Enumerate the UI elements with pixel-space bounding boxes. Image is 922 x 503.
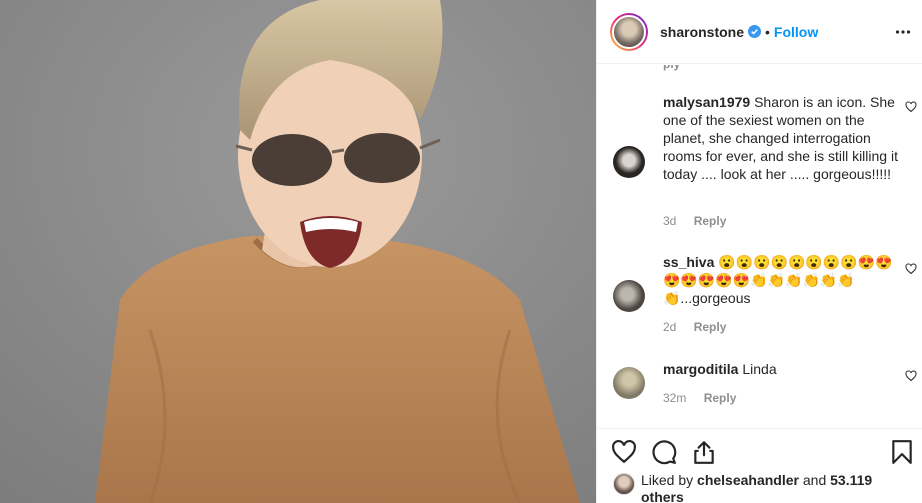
separator-dot: • [765,23,770,40]
comment-meta: 2d Reply [663,320,726,334]
portrait-image [0,0,596,503]
comment-text: margoditila Linda [663,360,899,378]
comment-username[interactable]: ss_hiva [663,254,714,270]
author-username[interactable]: sharonstone [660,24,744,40]
likes-prefix: Liked by [641,472,694,488]
likes-summary: Liked by chelseahandler and 53.119 other… [597,470,922,503]
commenter-avatar[interactable] [613,280,645,312]
reply-button[interactable]: Reply [694,214,727,228]
comment-like-heart-icon[interactable] [905,370,917,382]
more-options-icon[interactable] [895,24,911,40]
reply-button[interactable]: Reply [694,320,727,334]
comment-age: 3d [663,214,677,228]
commenter-avatar[interactable] [613,146,645,178]
follow-button[interactable]: Follow [774,24,818,40]
post-header: sharonstone • Follow [597,0,922,64]
comment-age: 32m [663,391,687,405]
comment-username[interactable]: margoditila [663,361,738,377]
post-side-panel: sharonstone • Follow ply malysan1979 Sha… [596,0,922,503]
comments-list[interactable]: ply malysan1979 Sharon is an icon. She o… [597,65,922,428]
comment-meta: 32m Reply [663,391,736,405]
clipped-reply-link[interactable]: ply [663,65,680,71]
share-icon[interactable] [691,439,717,465]
comment-age: 2d [663,320,677,334]
post-photo[interactable] [0,0,596,503]
comment-body: Linda [742,361,777,377]
liker-username[interactable]: chelseahandler [697,472,799,488]
comment-text: ss_hiva 😮😮😮😮😮😮😮😮😍😍😍😍😍😍😍👏👏👏👏👏👏👏...gorgeou… [663,253,899,307]
commenter-avatar[interactable] [613,367,645,399]
comment-text: malysan1979 Sharon is an icon. She one o… [663,93,899,183]
comment-meta: 3d Reply [663,214,726,228]
heart-icon[interactable] [611,439,637,465]
liker-avatar[interactable] [613,473,635,495]
likes-text: Liked by chelseahandler and 53.119 other… [641,472,911,503]
comment-like-heart-icon[interactable] [905,101,917,113]
bookmark-icon[interactable] [889,439,915,465]
comment-icon[interactable] [651,439,677,465]
reply-button[interactable]: Reply [704,391,737,405]
comment-username[interactable]: malysan1979 [663,94,750,110]
likes-conjunction: and [802,472,827,488]
comment-like-heart-icon[interactable] [905,263,917,275]
post-actions-bar [597,428,922,474]
author-avatar[interactable] [610,12,648,51]
verified-badge-icon [748,25,762,38]
